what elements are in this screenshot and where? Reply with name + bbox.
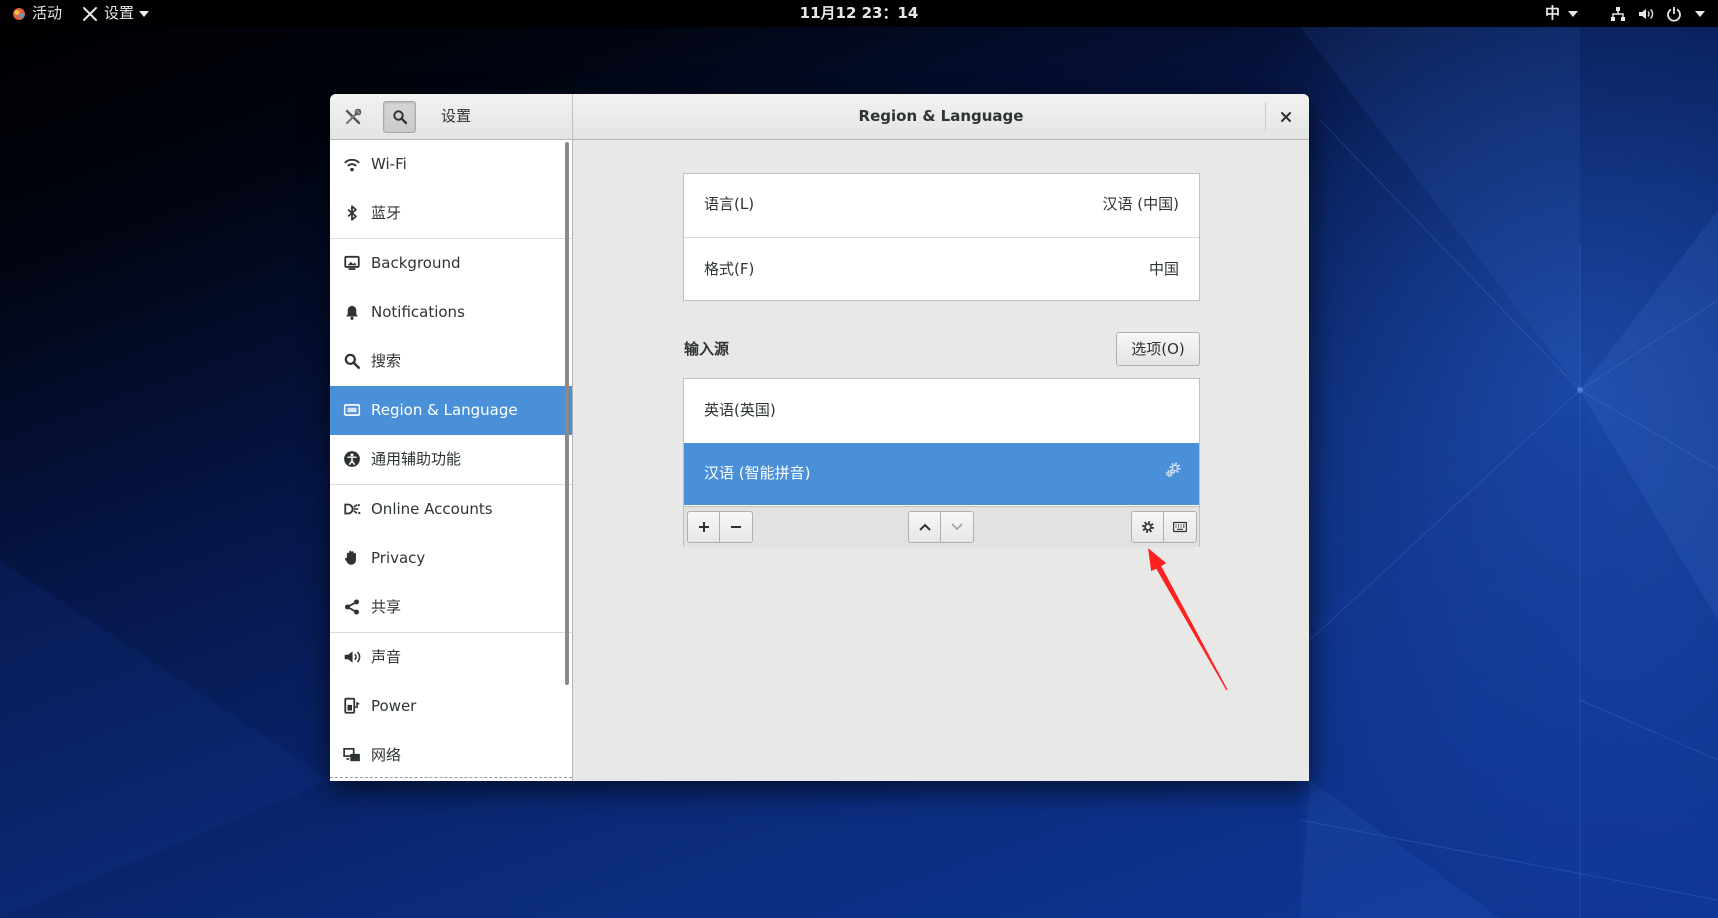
network-wired-icon[interactable] <box>1610 6 1626 22</box>
language-row[interactable]: 语言(L) 汉语 (中国) <box>684 174 1199 237</box>
sidebar-item-label: Wi-Fi <box>371 155 407 173</box>
sidebar-item-label: Background <box>371 254 461 272</box>
format-value: 中国 <box>1148 260 1179 278</box>
move-up-button[interactable] <box>908 511 941 543</box>
format-label: 格式(F) <box>704 260 755 278</box>
caret-down-icon[interactable] <box>1695 11 1705 17</box>
sidebar-item-wifi[interactable]: Wi-Fi <box>330 140 572 189</box>
remove-icon <box>731 526 741 528</box>
sidebar-scrollbar[interactable] <box>565 142 569 685</box>
header-separator <box>1265 102 1266 131</box>
sidebar-item-bluetooth[interactable]: 蓝牙 <box>330 189 572 238</box>
page-title: Region & Language <box>858 107 1024 125</box>
language-label: 语言(L) <box>704 195 755 213</box>
sidebar-item-label: Privacy <box>371 549 426 567</box>
bell-icon <box>346 305 358 320</box>
sidebar-item-label: Notifications <box>371 303 465 321</box>
background-icon <box>344 255 360 270</box>
input-source-settings-button[interactable] <box>1131 511 1164 543</box>
input-method-indicator[interactable]: 中 <box>1545 4 1560 23</box>
sidebar-item-label: Online Accounts <box>371 500 493 518</box>
sidebar-scroll-edge <box>330 777 572 778</box>
wifi-icon <box>344 158 360 172</box>
app-title: 设置 <box>441 107 472 125</box>
move-down-icon <box>951 523 963 531</box>
input-source-row-selected[interactable]: 汉语 (智能拼音) <box>684 443 1199 505</box>
header-left: 设置 <box>330 94 573 139</box>
close-icon <box>1281 112 1291 122</box>
input-sources-toolbar <box>684 506 1199 547</box>
keyboard-layout-button[interactable] <box>1164 511 1197 543</box>
input-sources-heading: 输入源 <box>684 340 730 358</box>
add-input-source-button[interactable] <box>687 511 720 543</box>
sidebar-item-region-language[interactable]: Region & Language <box>330 386 572 435</box>
sidebar-item-label: 通用辅助功能 <box>371 450 462 468</box>
input-settings-icon[interactable] <box>1164 461 1182 479</box>
settings-window: 设置 Region & Language Wi-Fi 蓝牙 Background… <box>330 94 1309 781</box>
options-button[interactable]: 选项(O) <box>1116 332 1200 366</box>
input-source-label: 英语(英国) <box>704 401 776 419</box>
bluetooth-icon <box>347 205 357 221</box>
remove-input-source-button[interactable] <box>720 511 753 543</box>
share-icon <box>345 599 359 615</box>
sidebar-item-label: 网络 <box>371 746 402 764</box>
move-up-icon <box>919 523 931 531</box>
clock[interactable]: 11月12 23：14 <box>0 4 1718 23</box>
volume-icon[interactable] <box>1638 6 1654 22</box>
sidebar: Wi-Fi 蓝牙 Background Notifications 搜索 Reg… <box>330 140 573 781</box>
sidebar-item-sharing[interactable]: 共享 <box>330 583 572 632</box>
sidebar-item-network[interactable]: 网络 <box>330 731 572 780</box>
online-accounts-icon <box>344 503 361 515</box>
language-value: 汉语 (中国) <box>1102 195 1179 213</box>
close-button[interactable] <box>1274 105 1298 129</box>
input-sources-list: 英语(英国) 汉语 (智能拼音) <box>683 378 1200 547</box>
sidebar-item-background[interactable]: Background <box>330 239 572 288</box>
sidebar-item-privacy[interactable]: Privacy <box>330 534 572 583</box>
input-source-label: 汉语 (智能拼音) <box>704 464 811 482</box>
power-icon <box>344 697 360 714</box>
privacy-hand-icon <box>345 550 356 565</box>
speaker-icon <box>344 651 361 663</box>
sidebar-item-label: Power <box>371 697 417 715</box>
caret-down-icon[interactable] <box>1568 11 1578 17</box>
sidebar-item-search[interactable]: 搜索 <box>330 337 572 386</box>
settings-gear-icon <box>1142 521 1154 533</box>
sidebar-item-label: 声音 <box>371 648 402 666</box>
sidebar-item-notifications[interactable]: Notifications <box>330 288 572 337</box>
sidebar-item-sound[interactable]: 声音 <box>330 633 572 682</box>
power-icon[interactable] <box>1666 6 1682 22</box>
sidebar-item-label: 搜索 <box>371 352 402 370</box>
header-bar: 设置 Region & Language <box>330 94 1309 140</box>
move-down-button[interactable] <box>941 511 974 543</box>
accessibility-icon <box>344 451 360 467</box>
sidebar-item-label: Region & Language <box>371 401 518 419</box>
sidebar-item-label: 共享 <box>371 598 402 616</box>
tools-icon <box>345 108 362 125</box>
search-icon <box>344 353 360 369</box>
sidebar-item-accessibility[interactable]: 通用辅助功能 <box>330 435 572 484</box>
keyboard-layout-icon <box>1173 521 1187 533</box>
top-bar: 活动 设置 11月12 23：14 中 <box>0 0 1718 27</box>
add-icon <box>699 522 709 532</box>
network-icon <box>343 747 360 762</box>
search-icon <box>393 110 408 125</box>
region-icon <box>343 404 361 416</box>
format-row[interactable]: 格式(F) 中国 <box>684 238 1199 300</box>
sidebar-item-online-accounts[interactable]: Online Accounts <box>330 485 572 534</box>
sidebar-item-label: 蓝牙 <box>371 204 402 222</box>
input-source-row[interactable]: 英语(英国) <box>684 379 1199 443</box>
language-format-list: 语言(L) 汉语 (中国) 格式(F) 中国 <box>683 173 1200 301</box>
sidebar-item-power[interactable]: Power <box>330 682 572 731</box>
search-button[interactable] <box>383 101 416 133</box>
